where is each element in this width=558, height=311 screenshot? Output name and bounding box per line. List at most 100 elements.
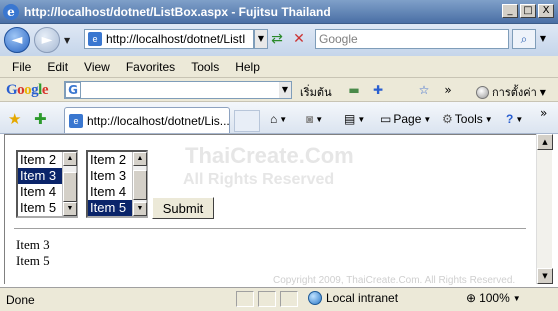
settings-circle-icon bbox=[476, 85, 489, 99]
status-bar: Done Local intranet ⊕ 100% ▼ bbox=[0, 287, 558, 311]
window-title: http://localhost/dotnet/ListBox.aspx - F… bbox=[24, 4, 331, 19]
google-search-dropdown-icon[interactable]: ▼ bbox=[279, 82, 291, 98]
menu-bar: File Edit View Favorites Tools Help bbox=[0, 56, 558, 78]
menu-view[interactable]: View bbox=[76, 60, 118, 74]
new-tab-button[interactable] bbox=[234, 110, 260, 132]
google-g-icon: G bbox=[65, 82, 81, 98]
minimize-button[interactable]: _ bbox=[502, 4, 518, 18]
listbox-2[interactable]: Item 2 Item 3 Item 4 Item 5 ▲ ▼ bbox=[86, 150, 148, 218]
add-favorite-icon[interactable]: ✚ bbox=[34, 110, 47, 128]
scroll-down-icon[interactable]: ▼ bbox=[133, 202, 147, 216]
search-input[interactable]: Google bbox=[315, 29, 509, 49]
browser-tab[interactable]: e http://localhost/dotnet/Lis... bbox=[64, 107, 230, 133]
search-icon[interactable]: ⌕ bbox=[512, 29, 536, 49]
google-logo[interactable]: Google bbox=[6, 82, 49, 99]
navigation-bar: ◄ ► ▼ e http://localhost/dotnet/ListI ▼ … bbox=[0, 24, 558, 56]
submit-button[interactable]: Submit bbox=[152, 197, 214, 219]
scroll-up-icon[interactable]: ▲ bbox=[63, 152, 77, 166]
zoom-level: 100% bbox=[479, 291, 510, 305]
printer-icon: ▤ bbox=[344, 112, 356, 126]
menu-tools[interactable]: Tools bbox=[183, 60, 227, 74]
maximize-button[interactable]: □ bbox=[520, 4, 536, 18]
chevron-down-icon: ▼ bbox=[279, 114, 288, 124]
more-chevron-icon[interactable]: » bbox=[540, 106, 547, 120]
page-icon: ▭ bbox=[380, 112, 392, 126]
page-menu-button[interactable]: ▭ Page ▼ bbox=[380, 110, 431, 128]
scroll-up-icon[interactable]: ▲ bbox=[537, 134, 553, 150]
status-pane bbox=[236, 291, 254, 307]
favorites-star-icon[interactable]: ★ bbox=[8, 110, 21, 128]
menu-help[interactable]: Help bbox=[227, 60, 268, 74]
feeds-icon: ◙ bbox=[306, 112, 314, 126]
google-settings-label: การตั้งค่า bbox=[492, 86, 537, 99]
back-button[interactable]: ◄ bbox=[4, 27, 30, 53]
scroll-thumb[interactable] bbox=[133, 170, 147, 200]
google-toolbar: Google G ▼ เริ่มต้น ▬ ✚ ☆ » การตั้งค่า ▼ bbox=[0, 78, 558, 102]
refresh-icon[interactable]: ⇄ bbox=[268, 30, 286, 48]
title-bar: e http://localhost/dotnet/ListBox.aspx -… bbox=[0, 0, 558, 24]
page-scrollbar[interactable]: ▲ ▼ bbox=[536, 134, 553, 284]
globe-icon bbox=[308, 291, 322, 305]
tools-menu-label: Tools bbox=[454, 112, 483, 126]
security-zone[interactable]: Local intranet bbox=[308, 291, 398, 305]
home-icon: ⌂ bbox=[270, 112, 278, 126]
page-content: ThaiCreate.Com All Rights Reserved Copyr… bbox=[4, 134, 536, 286]
chevron-down-icon: ▼ bbox=[515, 114, 524, 124]
menu-favorites[interactable]: Favorites bbox=[118, 60, 183, 74]
ie-logo-icon: e bbox=[3, 3, 19, 20]
chevron-down-icon: ▼ bbox=[484, 114, 493, 124]
watermark-rights: All Rights Reserved bbox=[183, 171, 335, 188]
tools-menu-button[interactable]: ⚙ Tools ▼ bbox=[442, 110, 493, 128]
print-button[interactable]: ▤ ▼ bbox=[344, 110, 365, 128]
page-icon: e bbox=[88, 32, 102, 46]
result-line: Item 3 bbox=[16, 237, 50, 252]
listbox-1-scrollbar[interactable]: ▲ ▼ bbox=[62, 152, 77, 216]
scroll-thumb[interactable] bbox=[63, 172, 77, 202]
page-menu-label: Page bbox=[393, 112, 422, 126]
home-button[interactable]: ⌂ ▼ bbox=[270, 110, 287, 128]
forward-button[interactable]: ► bbox=[34, 27, 60, 53]
scroll-down-icon[interactable]: ▼ bbox=[537, 268, 553, 284]
search-dropdown-icon[interactable]: ▼ bbox=[537, 29, 549, 49]
more-chevron-icon[interactable]: » bbox=[440, 83, 456, 97]
listbox-2-scrollbar[interactable]: ▲ ▼ bbox=[132, 152, 147, 216]
menu-file[interactable]: File bbox=[4, 60, 39, 74]
menu-edit[interactable]: Edit bbox=[39, 60, 76, 74]
feeds-button[interactable]: ◙ ▼ bbox=[306, 110, 323, 128]
star-outline-icon[interactable]: ☆ bbox=[416, 83, 432, 97]
google-search-button[interactable]: เริ่มต้น bbox=[300, 83, 332, 101]
close-button[interactable]: X bbox=[538, 4, 554, 18]
watermark-brand: ThaiCreate.Com bbox=[185, 143, 354, 168]
command-bar: ★ ✚ e http://localhost/dotnet/Lis... ⌂ ▼ … bbox=[0, 102, 558, 134]
result-line: Item 5 bbox=[16, 253, 50, 268]
puzzle-icon[interactable]: ✚ bbox=[370, 83, 386, 97]
chevron-down-icon: ▼ bbox=[357, 114, 366, 124]
history-dropdown-icon[interactable]: ▼ bbox=[64, 36, 70, 45]
google-search-input[interactable]: G ▼ bbox=[64, 81, 292, 99]
help-button[interactable]: ? ▼ bbox=[506, 110, 523, 128]
zoom-control[interactable]: ⊕ 100% ▼ bbox=[466, 291, 521, 305]
zone-label: Local intranet bbox=[326, 291, 399, 305]
address-dropdown-button[interactable]: ▼ bbox=[254, 29, 268, 49]
address-bar[interactable]: e http://localhost/dotnet/ListI bbox=[84, 29, 254, 49]
scroll-down-icon[interactable]: ▼ bbox=[63, 202, 77, 216]
listbox-1[interactable]: Item 2 Item 3 Item 4 Item 5 ▲ ▼ bbox=[16, 150, 78, 218]
chevron-down-icon: ▼ bbox=[512, 293, 521, 303]
chevron-down-icon: ▼ bbox=[315, 114, 324, 124]
status-text: Done bbox=[6, 293, 35, 307]
scroll-up-icon[interactable]: ▲ bbox=[133, 152, 147, 166]
address-text: http://localhost/dotnet/ListI bbox=[106, 32, 246, 46]
chevron-down-icon: ▼ bbox=[539, 87, 546, 97]
watermark-copyright: Copyright 2009, ThaiCreate.Com. All Righ… bbox=[273, 275, 516, 286]
chevron-down-icon: ▼ bbox=[423, 114, 432, 124]
status-pane bbox=[280, 291, 298, 307]
google-settings-button[interactable]: การตั้งค่า ▼ bbox=[476, 83, 546, 101]
photo-icon[interactable]: ▬ bbox=[346, 83, 362, 97]
status-pane bbox=[258, 291, 276, 307]
zoom-icon: ⊕ bbox=[466, 291, 477, 305]
horizontal-rule bbox=[14, 228, 526, 230]
stop-icon[interactable]: ✕ bbox=[290, 30, 308, 48]
tab-title: http://localhost/dotnet/Lis... bbox=[87, 113, 230, 128]
tab-page-icon: e bbox=[69, 113, 83, 128]
help-icon: ? bbox=[506, 112, 514, 126]
